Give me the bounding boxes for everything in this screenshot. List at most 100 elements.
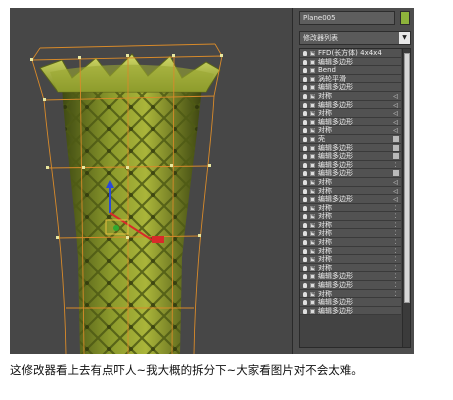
modifier-label: 编辑多边形: [318, 143, 353, 152]
square-icon: [393, 153, 399, 160]
modifier-box-icon: [310, 300, 315, 306]
lightbulb-icon[interactable]: [303, 188, 307, 194]
lightbulb-icon[interactable]: [303, 136, 307, 142]
lightbulb-icon[interactable]: [303, 265, 307, 271]
modifier-stack-item[interactable]: 编辑多边形: [300, 83, 401, 92]
expand-plus-icon[interactable]: +: [310, 291, 315, 297]
modifier-stack-item[interactable]: 编辑多边形: [300, 57, 401, 67]
wand-icon: ◁: [393, 101, 398, 109]
lightbulb-icon[interactable]: [303, 222, 307, 228]
dots-icon: ⁚: [394, 204, 397, 212]
lightbulb-icon[interactable]: [303, 248, 307, 254]
expand-plus-icon[interactable]: +: [310, 51, 315, 56]
modifier-stack-item[interactable]: 编辑多边形 ◁: [300, 195, 401, 204]
modifier-stack-item[interactable]: + 对称 ⁚: [300, 220, 401, 230]
expand-plus-icon[interactable]: +: [310, 240, 315, 246]
lightbulb-icon[interactable]: [303, 154, 307, 160]
expand-plus-icon[interactable]: +: [310, 222, 315, 228]
modifier-box-icon: [310, 197, 315, 203]
modifier-stack-item[interactable]: + 对称 ◁: [300, 109, 401, 118]
lightbulb-icon[interactable]: [303, 162, 307, 168]
modifier-stack-item[interactable]: 编辑多边形 ◁: [300, 117, 401, 127]
lightbulb-icon[interactable]: [303, 51, 307, 56]
modifier-stack-item[interactable]: + 对称 ⁚: [300, 289, 401, 299]
wand-icon: ◁: [393, 118, 398, 126]
modifier-stack-item[interactable]: + 对称 ⁚: [300, 212, 401, 221]
expand-plus-icon[interactable]: +: [310, 188, 315, 194]
lightbulb-icon[interactable]: [303, 111, 307, 117]
modifier-label: Bend: [318, 66, 336, 75]
lightbulb-icon[interactable]: [303, 179, 307, 185]
dots-icon: ⁚: [394, 256, 397, 264]
lightbulb-icon[interactable]: [303, 214, 307, 220]
object-name-row: Plane005: [299, 11, 411, 25]
modifier-stack-item[interactable]: + 对称 ◁: [300, 126, 401, 135]
modifier-label: 对称: [318, 246, 332, 255]
modifier-stack-item[interactable]: 编辑多边形 ⁚: [300, 281, 401, 290]
modifier-stack-item[interactable]: + 对称 ◁: [300, 91, 401, 101]
lightbulb-icon[interactable]: [303, 76, 307, 82]
lightbulb-icon[interactable]: [303, 68, 307, 74]
expand-plus-icon[interactable]: +: [310, 248, 315, 254]
modifier-stack-item[interactable]: + 对称 ⁚: [300, 246, 401, 256]
lightbulb-icon[interactable]: [303, 93, 307, 99]
scrollbar-thumb[interactable]: [404, 53, 410, 303]
command-panel-modify: Plane005 修改器列表 ▼ + FFD(长方体) 4x4x4 编辑多边形 Ben…: [292, 8, 414, 354]
modifier-stack-item[interactable]: 编辑多边形: [300, 298, 401, 307]
modifier-stack-item[interactable]: + 对称 ⁚: [300, 203, 401, 213]
expand-plus-icon[interactable]: +: [310, 111, 315, 117]
modifier-box-icon: [310, 145, 315, 151]
expand-plus-icon[interactable]: +: [310, 205, 315, 211]
modifier-label: 编辑多边形: [318, 169, 353, 178]
wand-icon: ◁: [393, 110, 398, 118]
lightbulb-icon[interactable]: [303, 119, 307, 125]
lightbulb-icon[interactable]: [303, 197, 307, 203]
modifier-stack-item[interactable]: 壳: [300, 134, 401, 144]
modifier-stack-item[interactable]: 编辑多边形: [300, 169, 401, 178]
lightbulb-icon[interactable]: [303, 274, 307, 280]
modifier-stack-item[interactable]: 编辑多边形: [300, 143, 401, 153]
modifier-stack-item[interactable]: + 对称 ⁚: [300, 238, 401, 247]
lightbulb-icon[interactable]: [303, 257, 307, 263]
modifier-stack-item[interactable]: 编辑多边形 ◁: [300, 100, 401, 110]
modifier-stack-item[interactable]: + 对称 ⁚: [300, 255, 401, 264]
lightbulb-icon[interactable]: [303, 59, 307, 65]
modifier-stack-scrollbar[interactable]: [402, 49, 410, 347]
modifier-stack-item[interactable]: + 对称 ◁: [300, 177, 401, 187]
modifier-label: 对称: [318, 177, 332, 186]
modifier-stack-item[interactable]: + FFD(长方体) 4x4x4: [300, 49, 401, 58]
modifier-stack-item[interactable]: 编辑多边形: [300, 152, 401, 161]
lightbulb-icon[interactable]: [303, 291, 307, 297]
modifier-list-dropdown[interactable]: 修改器列表 ▼: [299, 31, 411, 45]
lightbulb-icon[interactable]: [303, 102, 307, 108]
dots-icon: ⁚: [394, 247, 397, 255]
modifier-stack-item[interactable]: + 对称 ◁: [300, 186, 401, 196]
lightbulb-icon[interactable]: [303, 128, 307, 134]
modifier-stack-item[interactable]: + 对称 ⁚: [300, 229, 401, 239]
expand-plus-icon[interactable]: +: [310, 179, 315, 185]
expand-plus-icon[interactable]: +: [310, 128, 315, 134]
expand-plus-icon[interactable]: +: [310, 93, 315, 99]
lightbulb-icon[interactable]: [303, 283, 307, 289]
expand-plus-icon[interactable]: +: [310, 231, 315, 237]
lightbulb-icon[interactable]: [303, 300, 307, 306]
modifier-stack-item[interactable]: 编辑多边形: [300, 306, 401, 316]
object-color-swatch[interactable]: [400, 11, 410, 25]
lightbulb-icon[interactable]: [303, 308, 307, 314]
modifier-box-icon: [310, 274, 315, 280]
lightbulb-icon[interactable]: [303, 145, 307, 151]
modifier-stack-item[interactable]: 编辑多边形 ⁚: [300, 272, 401, 282]
object-name-field[interactable]: Plane005: [299, 11, 395, 25]
expand-plus-icon[interactable]: +: [310, 214, 315, 220]
lightbulb-icon[interactable]: [303, 240, 307, 246]
lightbulb-icon[interactable]: [303, 205, 307, 211]
dots-icon: ⁚: [394, 213, 397, 221]
expand-plus-icon[interactable]: +: [310, 265, 315, 271]
modifier-stack-item[interactable]: Bend: [300, 66, 401, 75]
lightbulb-icon[interactable]: [303, 85, 307, 91]
lightbulb-icon[interactable]: [303, 171, 307, 177]
perspective-viewport[interactable]: [10, 8, 292, 354]
expand-plus-icon[interactable]: +: [310, 257, 315, 263]
chevron-down-icon[interactable]: ▼: [399, 32, 410, 44]
lightbulb-icon[interactable]: [303, 231, 307, 237]
